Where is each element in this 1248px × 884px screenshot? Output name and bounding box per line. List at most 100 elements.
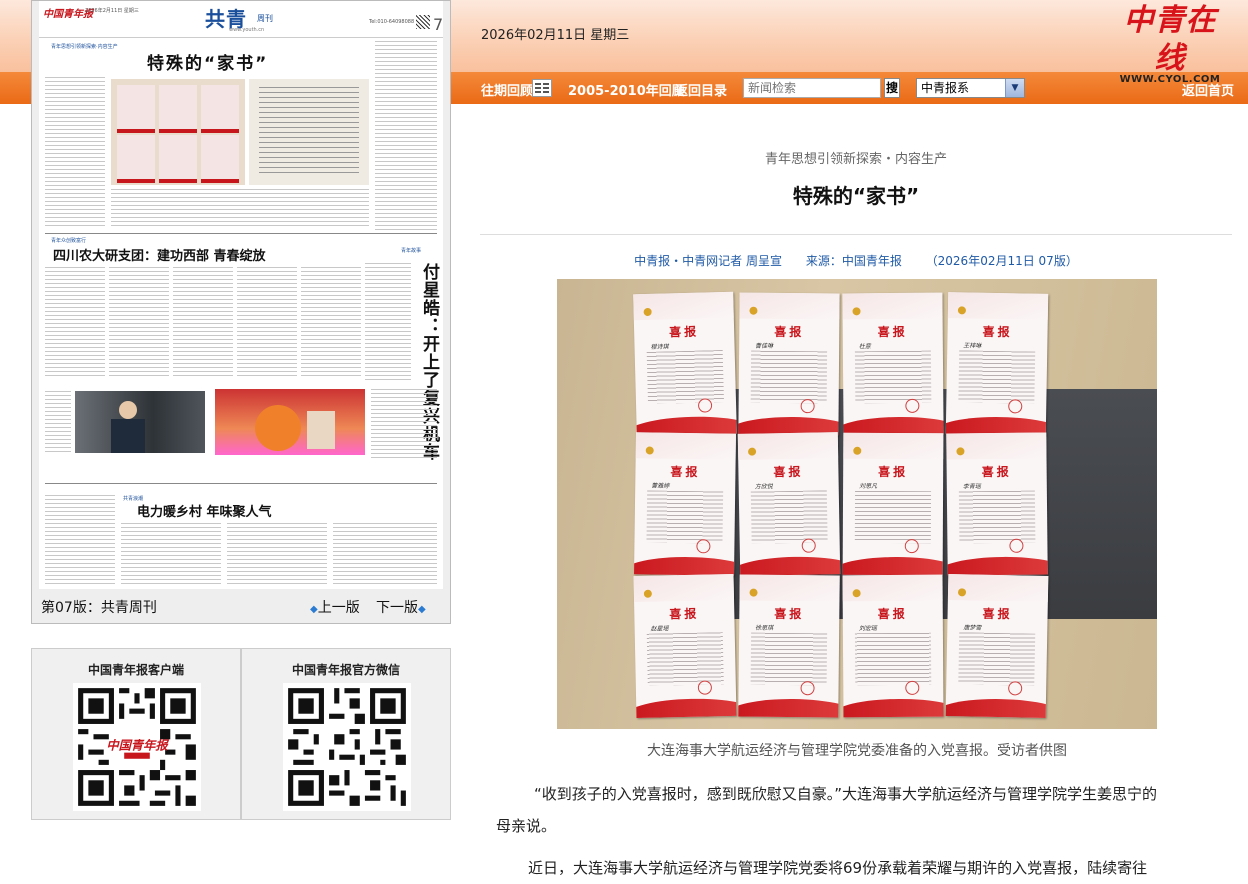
qr-code-app-icon[interactable]: 中国青年报 (73, 683, 201, 811)
letter-red-wave (842, 698, 944, 718)
qr-title-wechat: 中国青年报官方微信 (291, 663, 400, 677)
article-second-col3 (173, 267, 233, 377)
letter-red-wave (842, 556, 944, 576)
section-tag-top: 青年思想引领新探索·内容生产 (51, 44, 118, 50)
letter-header (842, 292, 943, 320)
qr-title-app: 中国青年报客户端 (87, 663, 184, 677)
seal-stamp-icon (697, 680, 713, 695)
rule-1 (45, 233, 437, 234)
prev-page-link[interactable]: ◆上一版 (310, 597, 360, 617)
letter-body-text (750, 632, 828, 686)
triangle-left-icon: ◆ (310, 604, 318, 615)
photo-caption-left (45, 391, 71, 455)
letter-body-text (646, 350, 725, 404)
page-label: 第07版：共青周刊 (41, 600, 157, 616)
party-emblem-icon (749, 306, 758, 315)
page-footer: 第07版：共青周刊 ◆上一版 下一版◆ (32, 591, 450, 623)
photo-train-worker (75, 391, 205, 453)
letter-recipient: 唐梦雪 (963, 624, 982, 632)
svg-text:中国青年报: 中国青年报 (106, 738, 169, 753)
letter-header (946, 432, 1047, 460)
party-emblem-icon (957, 306, 966, 315)
letter-red-wave (945, 697, 1049, 718)
article-right-column (375, 41, 437, 231)
letter-body-text (958, 632, 1036, 686)
letter-body-text (646, 490, 724, 544)
letter-recipient: 刘宏瑶 (858, 625, 877, 633)
article-source: 来源：中国青年报 (805, 254, 902, 268)
triangle-right-icon: ◆ (418, 604, 426, 615)
headline-bottom[interactable]: 电力暖乡村 年味聚人气 (137, 501, 272, 520)
party-emblem-icon (853, 446, 862, 455)
article-bottom-col4 (333, 523, 437, 585)
article-author: 中青报・中青网记者 周呈宣 (634, 254, 782, 268)
article-meta: 中青报・中青网记者 周呈宣 来源：中国青年报 （2026年02月11日 07版） (480, 252, 1232, 269)
chevron-down-icon[interactable]: ▼ (1005, 79, 1024, 97)
letter-recipient: 曹雅婷 (651, 482, 670, 490)
letter-red-wave (737, 555, 841, 576)
photo-festival (215, 389, 365, 455)
newspaper-select[interactable]: 中青报系 ▼ (916, 78, 1025, 98)
letter-title: 喜报 (982, 324, 1013, 340)
next-page-link[interactable]: 下一版◆ (376, 597, 426, 617)
letter-title: 喜报 (669, 606, 700, 622)
article-second-col4 (237, 267, 297, 377)
seal-stamp-icon (905, 680, 920, 695)
seal-stamp-icon (905, 398, 920, 413)
article-bottom-col3 (227, 523, 327, 585)
party-emblem-icon (956, 447, 965, 456)
article-right-col-b (365, 263, 411, 383)
letter-title: 喜报 (982, 606, 1013, 622)
seal-stamp-icon (801, 538, 816, 553)
site-logo[interactable]: 中青在线 WWW.CYOL.COM (1110, 2, 1230, 85)
letter-card: 喜报 李青瑶 (946, 432, 1048, 576)
paragraph-1-line-2: 母亲说。 (496, 817, 557, 835)
nav-back-to-contents[interactable]: 返回目录 (675, 80, 727, 99)
newspaper-tel: Tel:010-64098088 (369, 19, 415, 25)
letter-red-wave (946, 556, 1048, 576)
letter-recipient: 刘思凡 (859, 482, 878, 490)
seal-stamp-icon (800, 681, 815, 696)
calendar-grid-icon[interactable] (532, 79, 552, 97)
letter-title: 喜报 (878, 464, 909, 480)
article-photo-letters (111, 79, 245, 185)
nav-home[interactable]: 返回首页 (1182, 80, 1234, 99)
section-tag-right: 青年故事 (401, 248, 422, 254)
letter-title: 喜报 (981, 464, 1012, 480)
newspaper-page-image[interactable]: 中国青年报 2026年2月11日 星期三 共青 周刊 www.youth.cn … (39, 1, 443, 589)
letter-recipient: 李青瑶 (962, 483, 981, 491)
newspaper-url: www.youth.cn (229, 27, 265, 33)
nav-past-issues[interactable]: 往期回顾 (481, 80, 533, 99)
nav-archive-2005-2010[interactable]: 2005-2010年回顾 (568, 80, 685, 99)
article-second-col5 (301, 267, 361, 377)
qr-box-app: 中国青年报客户端 中国青年报 (31, 648, 241, 820)
news-search-input[interactable] (743, 78, 881, 98)
letter-body-text (854, 490, 932, 544)
party-emblem-icon (852, 589, 861, 598)
letter-card: 喜报 刘思凡 (842, 432, 944, 576)
headline-second[interactable]: 四川农大研支团：建功西部 青春绽放 (53, 245, 266, 264)
letter-body-text (958, 350, 1036, 404)
paragraph-2-line-1: 近日，大连海事大学航运经济与管理学院党委将69份承载着荣耀与期许的入党喜报，陆续… (528, 859, 1148, 877)
qr-code-wechat-icon[interactable] (283, 683, 411, 811)
letter-body-text (646, 632, 724, 686)
seal-stamp-icon (800, 399, 815, 414)
letter-recipient: 徐思琪 (755, 624, 774, 632)
letter-body-text (854, 350, 932, 404)
photo-caption: 大连海事大学航运经济与管理学院党委准备的入党喜报。受访者供图 (647, 743, 1067, 759)
letter-title: 喜报 (877, 324, 908, 340)
letter-header (633, 573, 735, 603)
letter-recipient: 杜意 (858, 343, 871, 351)
headline-main[interactable]: 特殊的“家书” (147, 49, 268, 74)
article-photo: 喜报 程诗琪 喜报 曹佳琳 喜报 杜意 喜报 王梓琳 喜报 曹雅婷 喜报 方欣悦 喜报 刘思凡 喜报 李青瑶喜… (557, 279, 1157, 729)
search-button[interactable]: 搜 (884, 78, 900, 98)
next-page-label: 下一版 (376, 600, 418, 616)
newspaper-panel: 中国青年报 2026年2月11日 星期三 共青 周刊 www.youth.cn … (31, 0, 451, 624)
letter-body-text (750, 350, 828, 404)
letter-recipient: 程诗琪 (650, 343, 669, 351)
article-bottom-col2 (121, 523, 221, 585)
letter-body-text (750, 490, 828, 544)
article-second-col2 (109, 267, 169, 377)
newspaper-date: 2026年2月11日 星期三 (85, 8, 139, 14)
mini-qr-icon (416, 15, 430, 29)
